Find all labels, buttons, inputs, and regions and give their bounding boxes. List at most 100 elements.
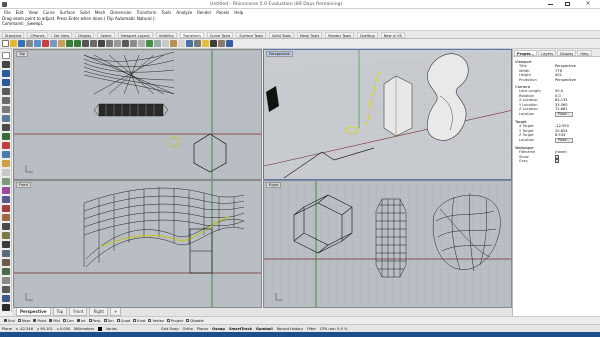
- mesh-icon[interactable]: [2, 178, 10, 185]
- select-arrow-icon[interactable]: [2, 52, 10, 59]
- join-icon[interactable]: [2, 223, 10, 230]
- menu-surface[interactable]: Surface: [60, 10, 75, 15]
- osnap-checkbox[interactable]: [62, 319, 66, 322]
- save-icon[interactable]: [18, 40, 25, 47]
- menu-edit[interactable]: Edit: [16, 10, 24, 15]
- panel-tab-layers[interactable]: Layers: [538, 49, 557, 56]
- cut-icon[interactable]: [42, 40, 49, 47]
- front-viewport[interactable]: Front: [13, 180, 262, 308]
- osnap-checkbox[interactable]: [76, 319, 80, 322]
- explode-icon[interactable]: [2, 232, 10, 239]
- boolean-icon[interactable]: [2, 187, 10, 194]
- status-osnap[interactable]: Osnap: [212, 327, 225, 331]
- new-file-icon[interactable]: [2, 40, 9, 47]
- tab-viewport-layout[interactable]: Viewport Layout: [117, 31, 153, 38]
- solid-box-icon[interactable]: [2, 160, 10, 167]
- osnap-checkbox[interactable]: [4, 319, 7, 322]
- tab-render-tools[interactable]: Render Tools: [325, 31, 355, 38]
- zoom-extents-icon[interactable]: [114, 40, 121, 47]
- viewport-tab-front[interactable]: Front: [69, 308, 88, 316]
- osnap-checkbox[interactable]: [167, 319, 171, 322]
- menu-help[interactable]: Help: [234, 10, 243, 15]
- osnap-knot[interactable]: Knot: [133, 319, 145, 323]
- zoom-icon[interactable]: [98, 40, 105, 47]
- shaded-icon[interactable]: [162, 40, 169, 47]
- osnap-project[interactable]: Project: [167, 319, 183, 323]
- close-button[interactable]: ×: [583, 0, 593, 8]
- paste-icon[interactable]: [58, 40, 65, 47]
- target-place-button[interactable]: Place...: [555, 137, 573, 144]
- osnap-int[interactable]: Int: [76, 319, 86, 323]
- osnap-disable[interactable]: Disable: [186, 319, 204, 323]
- properties-icon[interactable]: [194, 40, 201, 47]
- status-layer[interactable]: Varies: [106, 327, 117, 331]
- rendered-icon[interactable]: [170, 40, 177, 47]
- redo-icon[interactable]: [74, 40, 81, 47]
- scale-icon[interactable]: [2, 268, 10, 275]
- tab-solid-tools[interactable]: Solid Tools: [269, 31, 294, 38]
- text-icon[interactable]: [2, 304, 10, 311]
- osnap-near[interactable]: Near: [17, 319, 30, 323]
- array-icon[interactable]: [2, 286, 10, 293]
- select-all-icon[interactable]: [178, 40, 185, 47]
- print-icon[interactable]: [26, 40, 33, 47]
- osnap-end[interactable]: End: [4, 319, 15, 323]
- dimension-icon[interactable]: [2, 295, 10, 302]
- osnap-checkbox[interactable]: [116, 319, 120, 322]
- arc-icon[interactable]: [2, 97, 10, 104]
- panel-tab-properties[interactable]: Proper...: [514, 49, 538, 56]
- tab-select[interactable]: Select: [97, 31, 115, 38]
- menu-view[interactable]: View: [28, 10, 38, 15]
- tab-curve-tools[interactable]: Curve Tools: [206, 31, 234, 38]
- viewport-tab-right[interactable]: Right: [89, 308, 108, 316]
- rotate-icon[interactable]: [2, 259, 10, 266]
- tab-transform[interactable]: Transform: [179, 31, 204, 38]
- pan-icon[interactable]: [82, 40, 89, 47]
- status-filter[interactable]: Filter: [307, 327, 316, 331]
- osnap-tan[interactable]: Tan: [103, 319, 114, 323]
- show-checkbox[interactable]: ✓: [555, 154, 559, 159]
- extrude-icon[interactable]: [2, 151, 10, 158]
- command-area[interactable]: Drag seam point to adjust. Press Enter w…: [0, 16, 600, 31]
- osnap-checkbox[interactable]: [103, 319, 107, 322]
- rotate-view-icon[interactable]: [90, 40, 97, 47]
- viewport-label-front[interactable]: Front: [16, 182, 32, 188]
- top-viewport[interactable]: Top: [13, 49, 262, 180]
- polyline-icon[interactable]: [2, 70, 10, 77]
- menu-analyze[interactable]: Analyze: [176, 10, 192, 15]
- rectangle-icon[interactable]: [2, 115, 10, 122]
- trim-icon[interactable]: [2, 205, 10, 212]
- panel-tab-display[interactable]: Display: [557, 49, 577, 56]
- osnap-checkbox[interactable]: [17, 319, 21, 322]
- osnap-point[interactable]: Point: [33, 319, 46, 323]
- right-viewport[interactable]: Right: [263, 180, 512, 308]
- menu-tools[interactable]: Tools: [161, 10, 171, 15]
- osnap-checkbox[interactable]: [133, 319, 137, 322]
- osnap-cen[interactable]: Cen: [62, 319, 74, 323]
- options-icon[interactable]: [218, 40, 225, 47]
- osnap-checkbox[interactable]: [49, 319, 53, 322]
- osnap-perp[interactable]: Perp: [88, 319, 101, 323]
- layer-icon[interactable]: [186, 40, 193, 47]
- maximize-button[interactable]: [565, 2, 570, 6]
- perspective-viewport[interactable]: Perspective: [263, 49, 512, 180]
- menu-mesh[interactable]: Mesh: [95, 10, 106, 15]
- camera-place-button[interactable]: Place...: [555, 111, 573, 118]
- tab-display[interactable]: Display: [75, 31, 95, 38]
- tab-cplanes[interactable]: CPlanes: [27, 31, 48, 38]
- menu-solid[interactable]: Solid: [80, 10, 90, 15]
- osnap-quad[interactable]: Quad: [116, 319, 130, 323]
- zoom-selected-icon[interactable]: [122, 40, 129, 47]
- command-prompt[interactable]: Command: _Sweep1: [0, 21, 600, 26]
- undo-icon[interactable]: [66, 40, 73, 47]
- viewport-tab-top[interactable]: Top: [52, 308, 68, 316]
- menu-dimension[interactable]: Dimension: [110, 10, 131, 15]
- sphere-icon[interactable]: [2, 169, 10, 176]
- undo-view-icon[interactable]: [130, 40, 137, 47]
- fillet-icon[interactable]: [2, 196, 10, 203]
- tab-new-in-v5[interactable]: New in V5: [380, 31, 405, 38]
- light-icon[interactable]: [202, 40, 209, 47]
- move-icon[interactable]: [2, 241, 10, 248]
- status-units[interactable]: Millimeters: [74, 327, 94, 331]
- zoom-window-icon[interactable]: [106, 40, 113, 47]
